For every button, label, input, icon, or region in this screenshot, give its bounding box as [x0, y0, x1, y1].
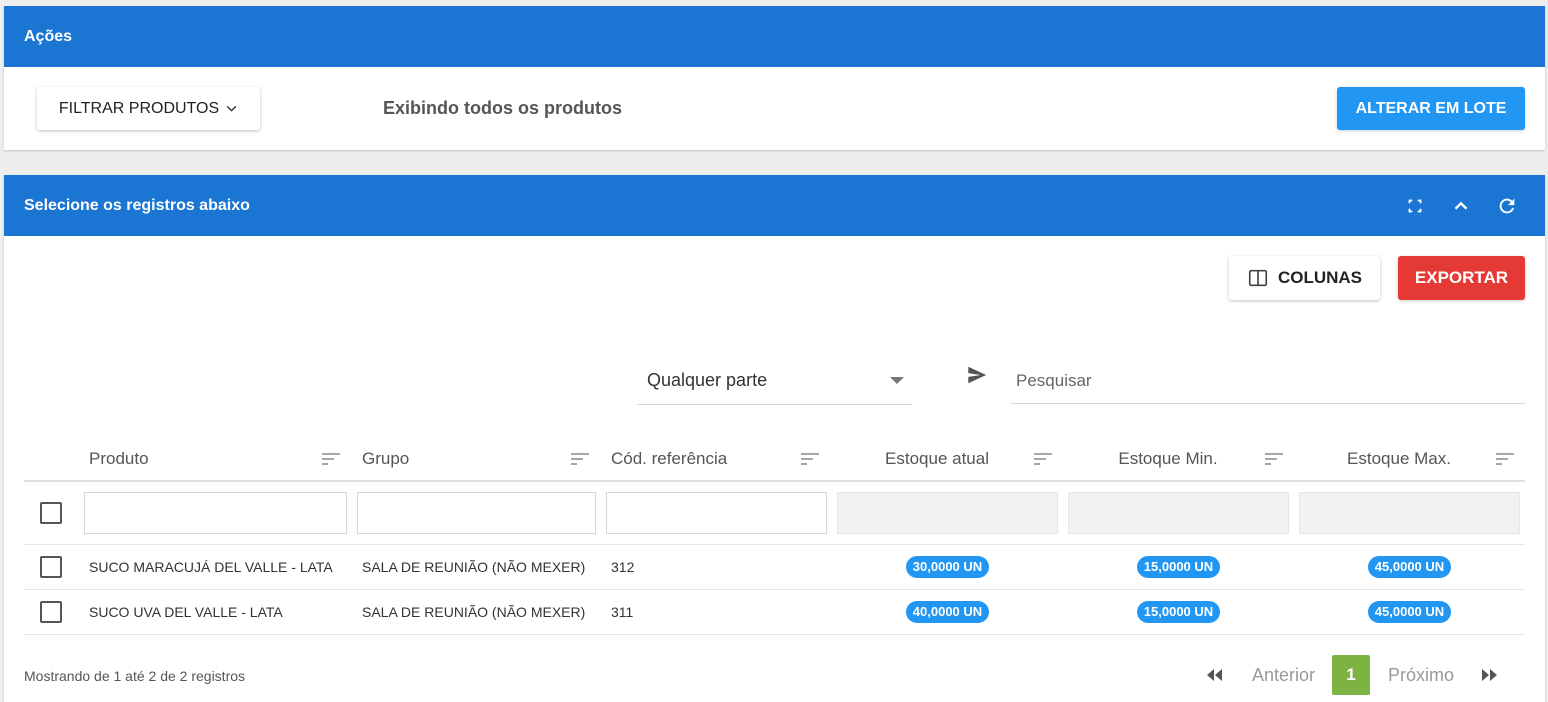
- caret-down-icon: [890, 377, 904, 384]
- stock-badge: 45,0000 UN: [1367, 601, 1452, 623]
- cell-estoque-atual: 30,0000 UN: [837, 545, 1058, 589]
- cell-estoque-min: 15,0000 UN: [1068, 590, 1289, 634]
- filter-input-estoque-max: [1299, 492, 1520, 534]
- last-page-icon[interactable]: [1478, 664, 1500, 686]
- cell-codigo: 311: [611, 604, 634, 620]
- sort-icon[interactable]: [1495, 451, 1515, 467]
- records-card-title: Selecione os registros abaixo: [24, 196, 250, 214]
- sort-icon[interactable]: [1264, 451, 1284, 467]
- table-filter-row: [24, 482, 1525, 545]
- search-mode-value: Qualquer parte: [647, 370, 768, 390]
- column-header-produto[interactable]: Produto: [89, 435, 347, 482]
- cell-produto: SUCO MARACUJÁ DEL VALLE - LATA: [89, 559, 333, 575]
- filter-input-grupo[interactable]: [357, 492, 596, 534]
- filter-status-text: Exibindo todos os produtos: [383, 98, 622, 118]
- chevron-up-icon[interactable]: [1449, 194, 1473, 218]
- sort-icon[interactable]: [800, 451, 820, 467]
- row-checkbox[interactable]: [40, 601, 62, 623]
- column-label: Grupo: [362, 448, 410, 468]
- sort-icon[interactable]: [1033, 451, 1053, 467]
- previous-page-button[interactable]: Anterior: [1252, 665, 1315, 686]
- column-header-codigo[interactable]: Cód. referência: [611, 435, 826, 482]
- stock-badge: 40,0000 UN: [905, 601, 990, 623]
- column-header-estoque-atual[interactable]: Estoque atual: [841, 435, 1059, 482]
- records-card: Selecione os registros abaixo COLUNAS EX…: [4, 175, 1545, 702]
- column-label: Cód. referência: [611, 448, 728, 468]
- first-page-icon[interactable]: [1204, 664, 1226, 686]
- stock-badge: 45,0000 UN: [1367, 556, 1452, 578]
- column-label: Estoque Min.: [1118, 448, 1218, 468]
- table-row[interactable]: SUCO UVA DEL VALLE - LATA SALA DE REUNIÃ…: [24, 590, 1525, 635]
- select-all-checkbox[interactable]: [40, 502, 62, 524]
- filter-input-estoque-min: [1068, 492, 1289, 534]
- cell-estoque-max: 45,0000 UN: [1299, 545, 1520, 589]
- send-icon[interactable]: [966, 364, 988, 386]
- column-header-estoque-max[interactable]: Estoque Max.: [1303, 435, 1521, 482]
- columns-button[interactable]: COLUNAS: [1229, 256, 1380, 300]
- column-label: Produto: [89, 448, 149, 468]
- cell-estoque-max: 45,0000 UN: [1299, 590, 1520, 634]
- refresh-icon[interactable]: [1495, 194, 1519, 218]
- cell-estoque-atual: 40,0000 UN: [837, 590, 1058, 634]
- column-label: Estoque atual: [885, 448, 989, 468]
- sort-icon[interactable]: [321, 451, 341, 467]
- stock-badge: 15,0000 UN: [1136, 601, 1221, 623]
- records-card-header: Selecione os registros abaixo: [4, 175, 1545, 236]
- actions-card-title: Ações: [24, 27, 73, 45]
- filter-products-button[interactable]: FILTRAR PRODUTOS: [37, 87, 260, 130]
- actions-card-header: Ações: [4, 6, 1545, 67]
- export-button[interactable]: EXPORTAR: [1398, 256, 1525, 300]
- next-page-button[interactable]: Próximo: [1388, 665, 1454, 686]
- stock-badge: 30,0000 UN: [905, 556, 990, 578]
- columns-button-label: COLUNAS: [1277, 268, 1363, 287]
- filter-input-produto[interactable]: [84, 492, 347, 534]
- sort-icon[interactable]: [570, 451, 590, 467]
- records-card-header-icons: [1403, 194, 1519, 218]
- search-mode-select[interactable]: Qualquer parte: [637, 357, 912, 405]
- pagination: Anterior 1 Próximo: [1204, 655, 1500, 695]
- cell-grupo: SALA DE REUNIÃO (NÃO MEXER): [362, 559, 586, 575]
- cell-grupo: SALA DE REUNIÃO (NÃO MEXER): [362, 604, 586, 620]
- stock-badge: 15,0000 UN: [1136, 556, 1221, 578]
- cell-produto: SUCO UVA DEL VALLE - LATA: [89, 604, 283, 620]
- filter-products-label: FILTRAR PRODUTOS: [58, 99, 220, 117]
- filter-input-estoque-atual: [837, 492, 1058, 534]
- row-checkbox[interactable]: [40, 556, 62, 578]
- filter-input-codigo[interactable]: [606, 492, 827, 534]
- batch-edit-button[interactable]: ALTERAR EM LOTE: [1337, 87, 1525, 130]
- cell-codigo: 312: [611, 559, 635, 575]
- table-header-row: Produto Grupo Cód. referência Estoque at…: [24, 435, 1525, 482]
- table-row[interactable]: SUCO MARACUJÁ DEL VALLE - LATA SALA DE R…: [24, 545, 1525, 590]
- column-label: Estoque Max.: [1347, 448, 1451, 468]
- columns-icon: [1248, 269, 1268, 287]
- column-header-grupo[interactable]: Grupo: [362, 435, 596, 482]
- search-input[interactable]: [1011, 358, 1525, 404]
- actions-card: Ações FILTRAR PRODUTOS Exibindo todos os…: [4, 6, 1545, 150]
- cell-estoque-min: 15,0000 UN: [1068, 545, 1289, 589]
- chevron-down-icon: [226, 105, 237, 112]
- records-table: Produto Grupo Cód. referência Estoque at…: [24, 435, 1525, 635]
- current-page-button[interactable]: 1: [1332, 655, 1371, 695]
- fullscreen-icon[interactable]: [1403, 194, 1427, 218]
- column-header-estoque-min[interactable]: Estoque Min.: [1072, 435, 1290, 482]
- records-count-info: Mostrando de 1 até 2 de 2 registros: [24, 668, 246, 684]
